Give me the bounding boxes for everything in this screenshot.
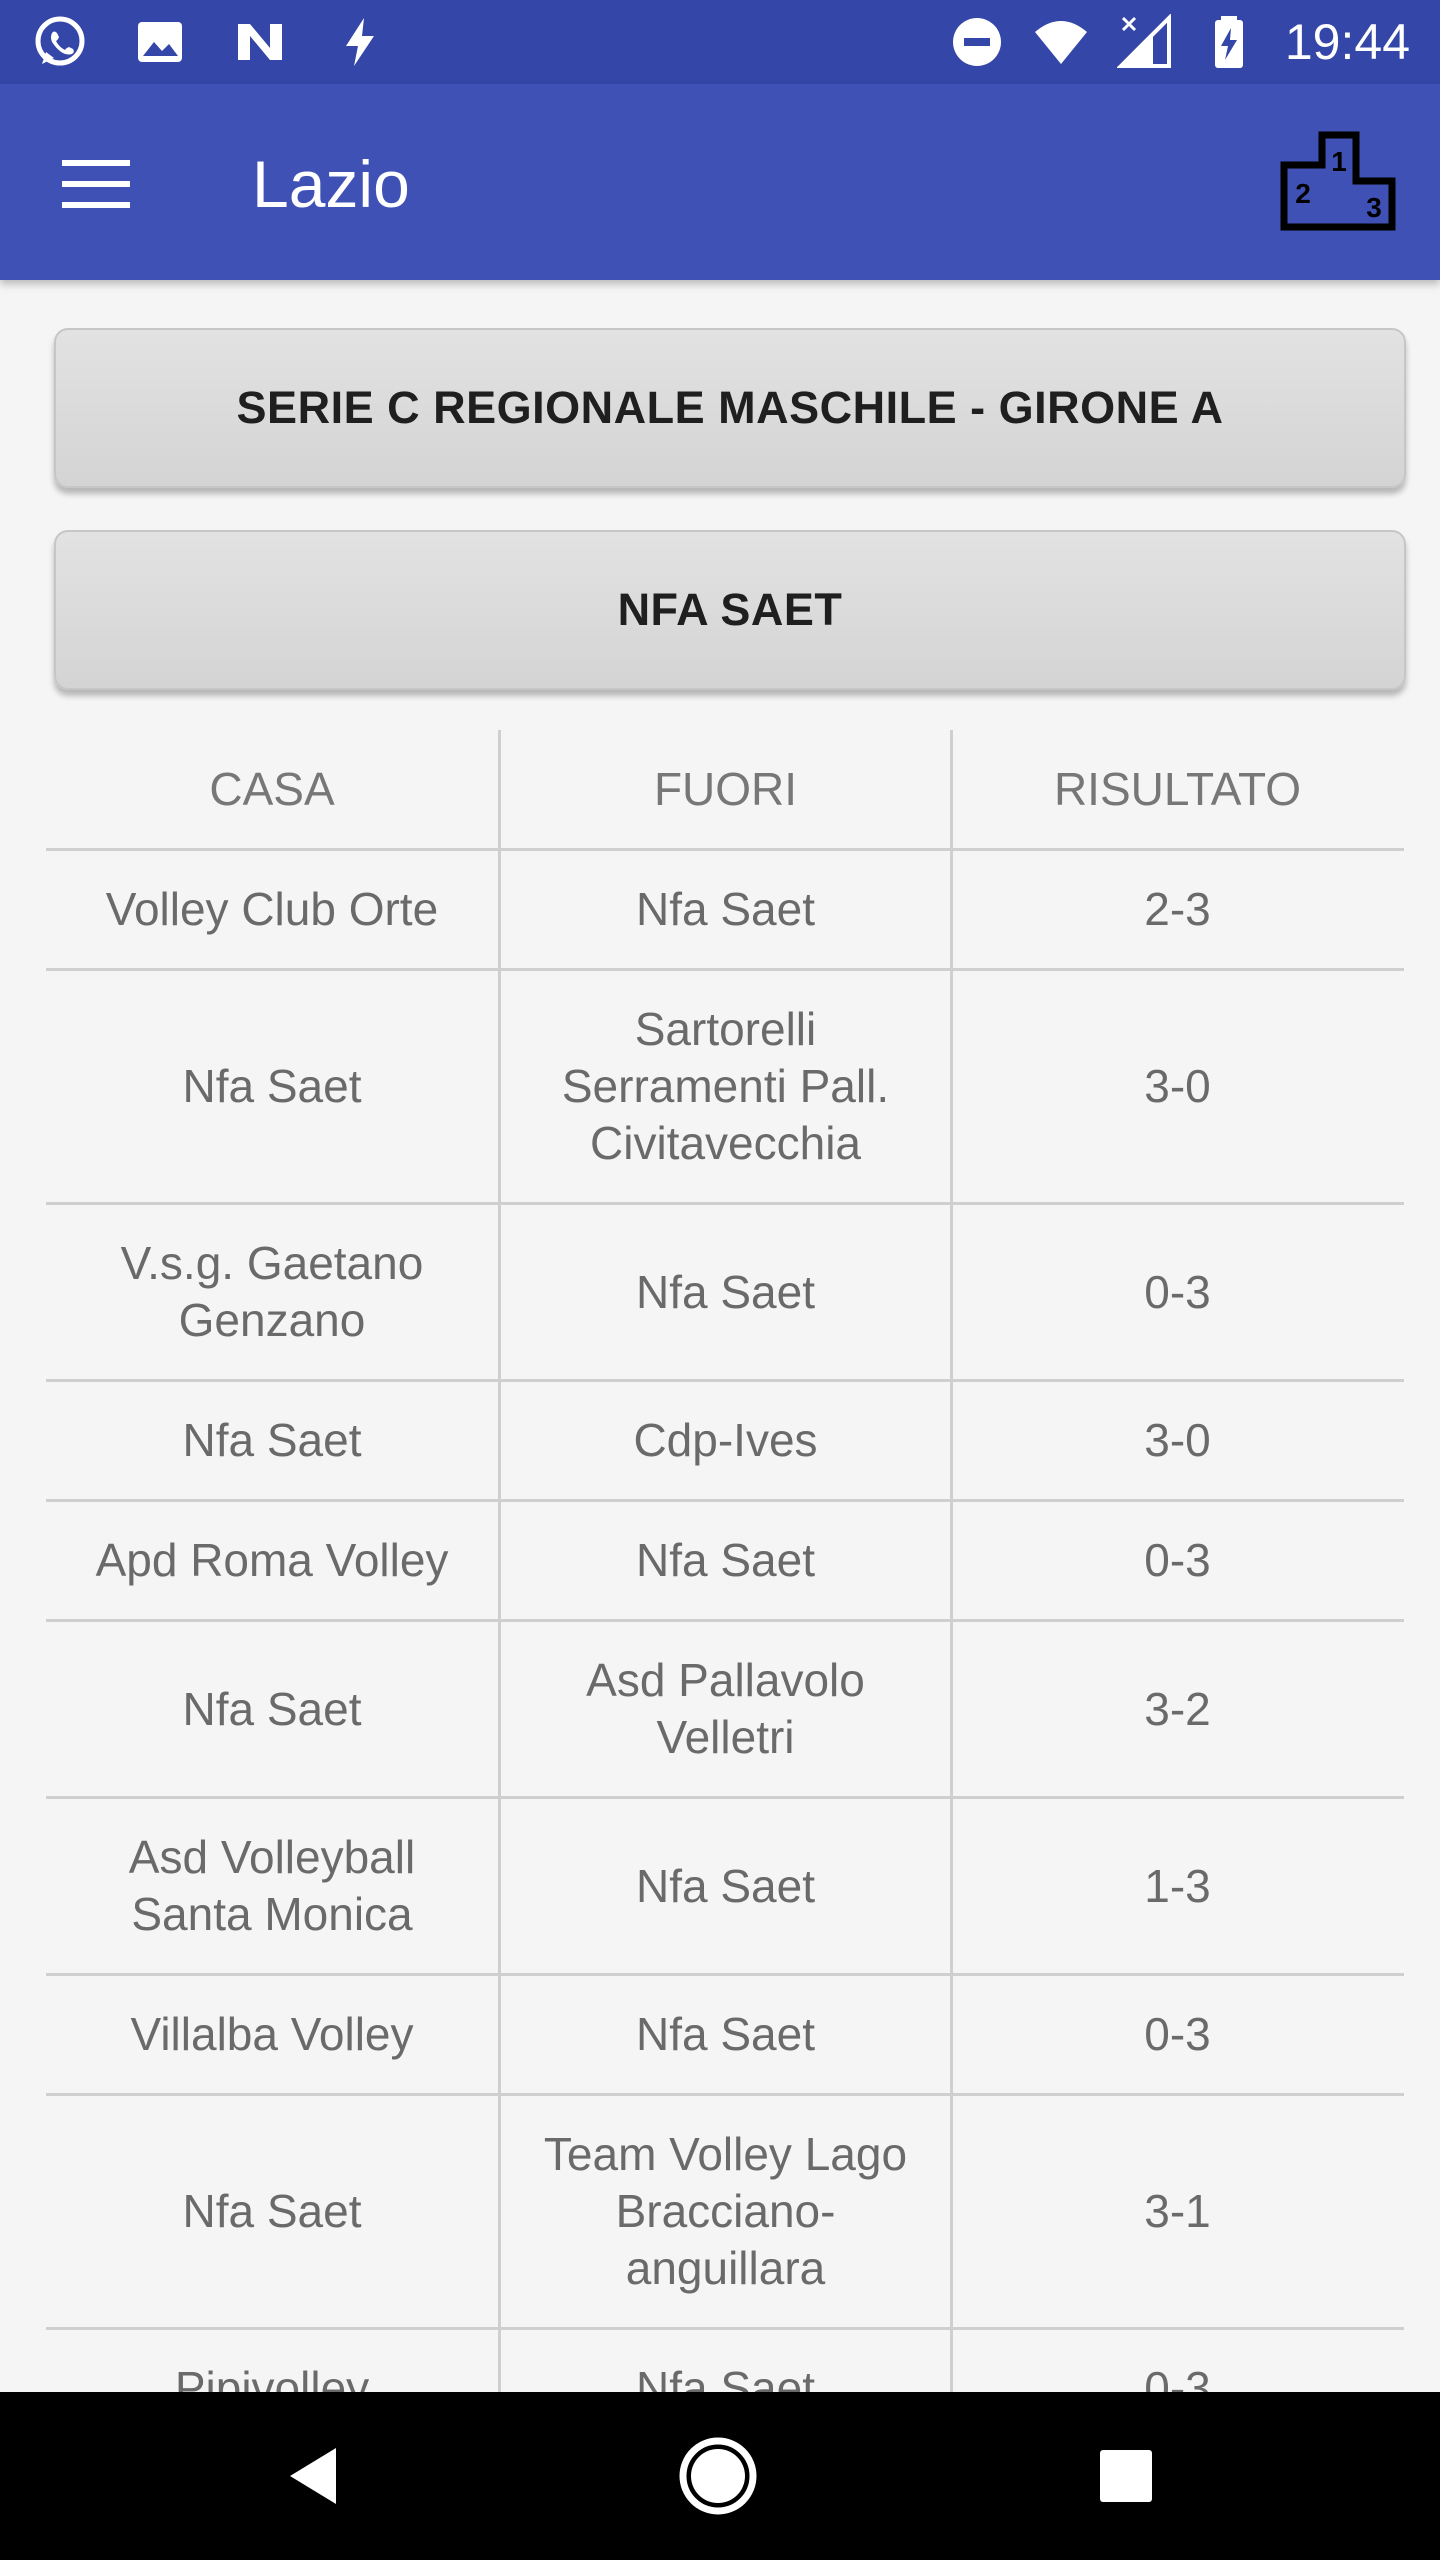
battery-charging-icon: [1201, 14, 1257, 70]
app-bar: Lazio 2 1 3: [0, 84, 1440, 280]
system-icons: 19:44: [949, 10, 1410, 74]
home-team: Apd Roma Volley: [95, 1534, 449, 1586]
n-app-icon: [232, 14, 288, 70]
away-team: Cdp-Ives: [498, 1382, 950, 1499]
away-team: Asd Pallavolo Velletri: [498, 1622, 950, 1796]
away-team: Nfa Saet: [498, 851, 950, 968]
podium-icon: 2 1 3: [1280, 131, 1396, 231]
table-row[interactable]: V.s.g. Gaetano Genzano Nfa Saet 0-3: [46, 1205, 1404, 1382]
image-icon: [132, 14, 188, 70]
notification-icons: [32, 14, 388, 70]
menu-button[interactable]: [48, 136, 144, 232]
page-title: Lazio: [252, 147, 410, 221]
clock: 19:44: [1284, 14, 1410, 70]
home-team: V.s.g. Gaetano Genzano: [120, 1237, 424, 1346]
status-bar: 19:44: [0, 0, 1440, 84]
table-row[interactable]: Asd Volleyball Santa Monica Nfa Saet 1-3: [46, 1799, 1404, 1976]
home-team: Volley Club Orte: [105, 883, 439, 935]
do-not-disturb-icon: [949, 14, 1005, 70]
match-result: 0-3: [950, 1976, 1402, 2093]
away-team: Team Volley Lago Bracciano-anguillara: [498, 2096, 950, 2327]
results-table: CASA FUORI RISULTATO Volley Club Orte Nf…: [46, 730, 1404, 2450]
recents-button[interactable]: [1076, 2426, 1176, 2526]
home-team: Nfa Saet: [182, 1414, 362, 1466]
away-team: Nfa Saet: [498, 1502, 950, 1619]
table-row[interactable]: Nfa Saet Cdp-Ives 3-0: [46, 1382, 1404, 1502]
table-row[interactable]: Apd Roma Volley Nfa Saet 0-3: [46, 1502, 1404, 1622]
team-selector-button[interactable]: NFA SAET: [54, 530, 1406, 690]
navigation-bar: [0, 2392, 1440, 2560]
home-team: Nfa Saet: [182, 1682, 362, 1735]
match-result: 3-0: [950, 1382, 1402, 1499]
match-result: 1-3: [950, 1799, 1402, 1973]
column-header-fuori: FUORI: [498, 730, 950, 848]
table-row[interactable]: Villalba Volley Nfa Saet 0-3: [46, 1976, 1404, 2096]
whatsapp-icon: [32, 14, 88, 70]
column-header-risultato: RISULTATO: [950, 730, 1402, 848]
podium-second-digit: 2: [1295, 178, 1311, 209]
match-result: 3-0: [950, 971, 1402, 1202]
match-result: 0-3: [950, 1502, 1402, 1619]
away-team: Nfa Saet: [498, 1976, 950, 2093]
away-team: Sartorelli Serramenti Pall. Civitavecchi…: [498, 971, 950, 1202]
cell-signal-icon: [1116, 14, 1173, 70]
standings-button[interactable]: 2 1 3: [1274, 126, 1404, 236]
match-result: 2-3: [950, 851, 1402, 968]
hamburger-menu-icon: [62, 160, 130, 208]
home-team: Nfa Saet: [182, 2185, 362, 2237]
away-team: Nfa Saet: [498, 1799, 950, 1973]
match-result: 3-1: [950, 2096, 1402, 2327]
wifi-icon: [1033, 14, 1089, 70]
league-selector-button[interactable]: SERIE C REGIONALE MASCHILE - GIRONE A: [54, 328, 1406, 488]
back-button[interactable]: [264, 2426, 364, 2526]
away-team: Nfa Saet: [498, 1205, 950, 1379]
home-team: Nfa Saet: [182, 1060, 362, 1112]
home-team: Asd Volleyball Santa Monica: [128, 1831, 416, 1940]
match-result: 3-2: [950, 1622, 1402, 1796]
podium-third-digit: 3: [1366, 192, 1382, 223]
flash-icon: [332, 14, 388, 70]
column-header-casa: CASA: [209, 762, 335, 815]
recents-square-icon: [1100, 2450, 1152, 2502]
home-button[interactable]: [668, 2426, 768, 2526]
match-result: 0-3: [950, 1205, 1402, 1379]
table-row[interactable]: Nfa Saet Sartorelli Serramenti Pall. Civ…: [46, 971, 1404, 1205]
table-row[interactable]: Volley Club Orte Nfa Saet 2-3: [46, 851, 1404, 971]
home-team: Villalba Volley: [130, 2008, 414, 2060]
table-row[interactable]: Nfa Saet Team Volley Lago Bracciano-angu…: [46, 2096, 1404, 2330]
table-header-row: CASA FUORI RISULTATO: [46, 730, 1404, 851]
home-circle-icon: [679, 2437, 757, 2515]
podium-first-digit: 1: [1331, 146, 1347, 177]
back-triangle-icon: [290, 2448, 336, 2504]
table-row[interactable]: Nfa Saet Asd Pallavolo Velletri 3-2: [46, 1622, 1404, 1799]
